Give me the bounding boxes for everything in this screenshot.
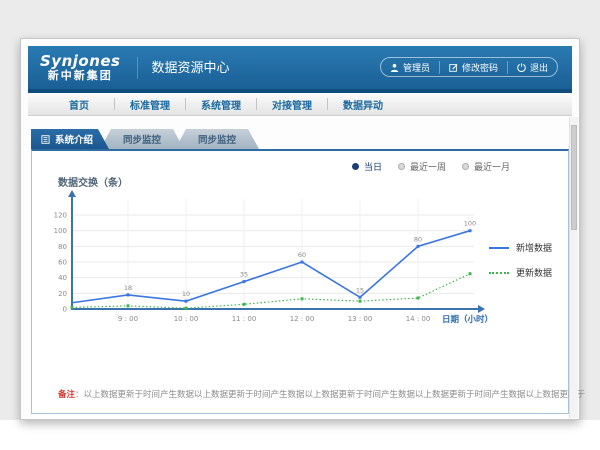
radio-label: 最近一月 [474,160,510,173]
main-nav: 首页 标准管理 系统管理 对接管理 数据异动 [28,93,572,116]
svg-text:80: 80 [414,235,422,243]
svg-text:100: 100 [54,227,67,235]
legend-label: 新增数据 [516,241,552,254]
svg-text:13 : 00: 13 : 00 [348,315,373,323]
chart-y-axis-title: 数据交换（条） [58,174,128,189]
radio-dot [462,163,469,170]
logout-label: 退出 [530,61,548,74]
app-header: Synjones 新中新集团 数据资源中心 管理员 修改密码 退出 [28,46,572,89]
tab-sync-monitor-2[interactable]: 同步监控 [175,129,259,149]
chart-legend: 新增数据 更新数据 [489,241,552,279]
radio-label: 最近一周 [410,160,446,173]
nav-item-home[interactable]: 首页 [44,93,114,115]
footnote-label: 备注 [58,390,75,400]
svg-text:120: 120 [54,212,67,220]
footnote: 备注：以上数据更新于时间产生数据以上数据更新于时间产生数据以上数据更新于时间产生… [58,388,585,400]
edit-icon [449,63,458,72]
nav-item-interface-mgmt[interactable]: 对接管理 [257,93,327,115]
svg-text:日期（小时）: 日期（小时） [442,314,493,325]
legend-item-update-data: 更新数据 [489,266,552,279]
user-icon [390,63,399,72]
svg-text:9 : 00: 9 : 00 [118,315,138,323]
svg-text:0: 0 [63,306,67,314]
radio-dot [352,163,359,170]
radio-last-month[interactable]: 最近一月 [462,160,510,173]
nav-item-data-change[interactable]: 数据异动 [328,93,398,115]
nav-item-system-mgmt[interactable]: 系统管理 [186,93,256,115]
svg-text:80: 80 [58,243,67,251]
range-filter-group: 当日 最近一周 最近一月 [352,160,510,173]
svg-text:20: 20 [58,290,67,298]
tab-system-intro[interactable]: 系统介绍 [31,129,109,149]
svg-text:100: 100 [464,220,476,228]
vertical-scrollbar[interactable] [569,117,578,418]
svg-text:60: 60 [58,259,67,267]
svg-text:60: 60 [298,251,306,259]
change-password-label: 修改密码 [462,61,498,74]
app-window: Synjones 新中新集团 数据资源中心 管理员 修改密码 退出 首页 标准管… [20,38,580,420]
user-name: 管理员 [403,61,430,74]
power-icon [517,63,526,72]
tab-label: 系统介绍 [55,132,93,146]
legend-line-dotted [489,272,509,274]
nav-item-standard-mgmt[interactable]: 标准管理 [115,93,185,115]
svg-text:11 : 00: 11 : 00 [232,315,257,323]
legend-item-new-data: 新增数据 [489,241,552,254]
tab-content-panel: 当日 最近一周 最近一月 数据交换（条） 0 20 40 60 80 100 120 9 : … [31,149,569,414]
legend-label: 更新数据 [516,266,552,279]
document-icon [41,135,50,144]
logout-button[interactable]: 退出 [507,61,557,74]
tab-label: 同步监控 [198,132,236,146]
svg-text:10 : 00: 10 : 00 [174,315,199,323]
svg-text:35: 35 [240,271,248,279]
radio-label: 当日 [364,160,382,173]
change-password-button[interactable]: 修改密码 [439,61,507,74]
tab-label: 同步监控 [123,132,161,146]
svg-text:10: 10 [182,290,190,298]
tab-bar: 系统介绍 同步监控 同步监控 [31,129,572,149]
svg-text:40: 40 [58,274,67,282]
logo-cn: 新中新集团 [40,70,121,82]
logo-en: Synjones [40,53,121,70]
radio-dot [398,163,405,170]
tab-sync-monitor-1[interactable]: 同步监控 [100,129,184,149]
page-title: 数据资源中心 [137,57,230,79]
svg-text:18: 18 [124,284,132,292]
radio-last-week[interactable]: 最近一周 [398,160,446,173]
legend-line-solid [489,247,509,249]
svg-text:15: 15 [356,286,364,294]
line-chart: 0 20 40 60 80 100 120 9 : 00 10 : 00 11 : 00 12 : … [46,189,498,341]
user-toolbar: 管理员 修改密码 退出 [380,57,558,77]
footnote-text: ：以上数据更新于时间产生数据以上数据更新于时间产生数据以上数据更新于时间产生数据… [75,390,585,400]
svg-text:12 : 00: 12 : 00 [290,315,315,323]
radio-today[interactable]: 当日 [352,160,382,173]
logo: Synjones 新中新集团 [28,53,135,82]
current-user-button[interactable]: 管理员 [381,61,439,74]
svg-text:14 : 00: 14 : 00 [406,315,431,323]
